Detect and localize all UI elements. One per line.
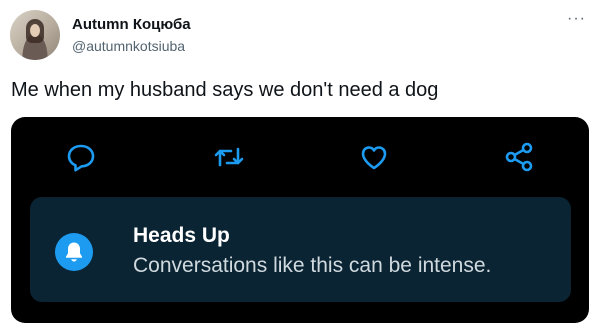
share-icon	[501, 139, 537, 175]
tweet-media-image[interactable]: Heads Up Conversations like this can be …	[11, 117, 589, 323]
author-display-name[interactable]: Autumn Коцюба	[72, 16, 191, 33]
tweet-header: Autumn Коцюба @autumnkotsiuba ···	[10, 10, 590, 60]
heart-icon	[356, 139, 392, 175]
avatar[interactable]	[10, 10, 60, 60]
notice-body: Conversations like this can be intense.	[133, 254, 492, 277]
author-handle[interactable]: @autumnkotsiuba	[72, 38, 185, 54]
notice-title: Heads Up	[133, 224, 230, 247]
retweet-icon	[211, 139, 247, 175]
bell-icon	[55, 233, 93, 271]
heads-up-notice: Heads Up Conversations like this can be …	[30, 197, 571, 302]
comment-icon	[63, 139, 99, 175]
tweet-text: Me when my husband says we don't need a …	[11, 79, 439, 101]
more-options-icon[interactable]: ···	[567, 10, 586, 28]
